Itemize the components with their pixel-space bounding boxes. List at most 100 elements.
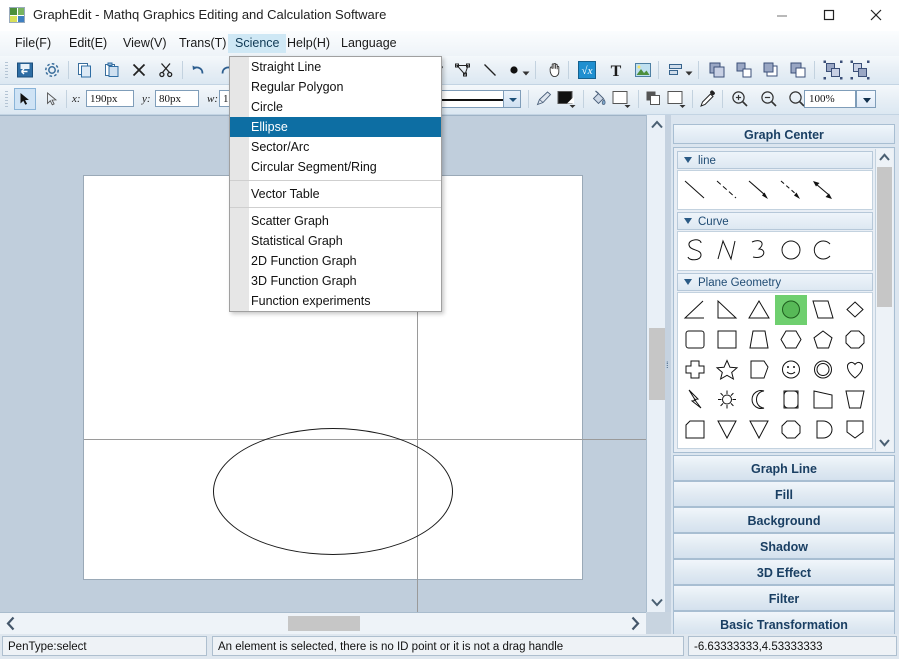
down-triangle-icon[interactable] — [711, 415, 743, 445]
hexagon-icon[interactable] — [775, 325, 807, 355]
menu-item-trans[interactable]: Trans(T) — [172, 34, 233, 53]
right-trapezoid-icon[interactable] — [807, 385, 839, 415]
accordion-3d-effect[interactable]: 3D Effect — [673, 559, 895, 585]
image-icon[interactable] — [632, 59, 654, 81]
chevron-down-icon[interactable] — [647, 592, 667, 612]
graph-center-scrollbar[interactable] — [875, 149, 893, 451]
menu-option-2d-function-graph[interactable]: 2D Function Graph — [230, 251, 441, 271]
save-icon[interactable] — [14, 59, 36, 81]
canvas-hscroll-thumb[interactable] — [288, 616, 360, 631]
circle-curve-icon[interactable] — [775, 235, 807, 265]
chevron-up-icon[interactable] — [876, 149, 893, 166]
ring-icon[interactable] — [807, 355, 839, 385]
distribute-icon[interactable] — [849, 59, 871, 81]
polygon-node-icon[interactable] — [452, 59, 474, 81]
graph-center-scroll-thumb[interactable] — [877, 167, 892, 307]
arrow-select-icon[interactable] — [14, 88, 36, 110]
pentagon-right-icon[interactable] — [743, 355, 775, 385]
chevron-left-icon[interactable] — [0, 613, 22, 634]
group-header-line[interactable]: line — [677, 151, 873, 169]
eyedropper-icon[interactable] — [697, 88, 719, 110]
maximize-button[interactable] — [805, 0, 852, 30]
chevron-right-icon[interactable] — [624, 613, 646, 634]
menu-option-circular-segment-ring[interactable]: Circular Segment/Ring — [230, 157, 441, 177]
line-style-preview[interactable] — [430, 90, 510, 108]
lightning-icon[interactable] — [679, 385, 711, 415]
fill-bucket-icon[interactable] — [588, 88, 610, 110]
bring-front-icon[interactable] — [760, 59, 782, 81]
line-style-dropdown[interactable] — [503, 90, 521, 108]
menu-item-file[interactable]: File(F) — [8, 34, 58, 53]
square-icon[interactable] — [711, 325, 743, 355]
smiley-icon[interactable] — [775, 355, 807, 385]
down-triangle2-icon[interactable] — [743, 415, 775, 445]
open-circle-curve-icon[interactable] — [807, 235, 839, 265]
circle-icon[interactable] — [775, 295, 807, 325]
canvas-vertical-scrollbar[interactable] — [646, 115, 666, 612]
canvas-vscroll-thumb[interactable] — [649, 328, 665, 400]
accordion-graph-line[interactable]: Graph Line — [673, 455, 895, 481]
toolbar-grip-2[interactable] — [5, 91, 8, 107]
chevron-down-icon[interactable] — [876, 434, 893, 451]
parallelogram-icon[interactable] — [807, 295, 839, 325]
pentagon-icon[interactable] — [807, 325, 839, 355]
minimize-button[interactable] — [758, 0, 805, 30]
group-icon[interactable] — [706, 59, 728, 81]
pen-style-icon[interactable] — [533, 88, 555, 110]
menu-option-circle[interactable]: Circle — [230, 97, 441, 117]
angle-icon[interactable] — [679, 295, 711, 325]
moon-icon[interactable] — [743, 385, 775, 415]
cross-icon[interactable] — [679, 355, 711, 385]
menu-option-straight-line[interactable]: Straight Line — [230, 57, 441, 77]
chevron-up-icon[interactable] — [647, 115, 667, 135]
accordion-background[interactable]: Background — [673, 507, 895, 533]
menu-option-sector-arc[interactable]: Sector/Arc — [230, 137, 441, 157]
menu-option-ellipse[interactable]: Ellipse — [230, 117, 441, 137]
paste-icon[interactable] — [101, 59, 123, 81]
accordion-shadow[interactable]: Shadow — [673, 533, 895, 559]
star-icon[interactable] — [711, 355, 743, 385]
hand-pan-icon[interactable] — [544, 59, 566, 81]
y-input[interactable]: 80px — [155, 90, 199, 107]
send-back-icon[interactable] — [787, 59, 809, 81]
ungroup-icon[interactable] — [733, 59, 755, 81]
menu-option-vector-table[interactable]: Vector Table — [230, 184, 441, 204]
copy-icon[interactable] — [74, 59, 96, 81]
arrow-end-icon[interactable] — [743, 175, 775, 205]
shield-icon[interactable] — [839, 415, 871, 445]
sun-icon[interactable] — [711, 385, 743, 415]
text-icon[interactable]: T — [605, 59, 627, 81]
line-dashed-icon[interactable] — [711, 175, 743, 205]
fill-color-icon[interactable] — [610, 88, 634, 110]
triangle-icon[interactable] — [743, 295, 775, 325]
settings-gear-icon[interactable] — [41, 59, 63, 81]
heart-icon[interactable] — [839, 355, 871, 385]
x-input[interactable]: 190px — [86, 90, 134, 107]
point-dropdown-arrow-icon[interactable] — [520, 59, 531, 81]
menu-item-help[interactable]: Help(H) — [280, 34, 337, 53]
science-dropdown-menu[interactable]: Straight Line Regular Polygon Circle Ell… — [229, 56, 442, 312]
corner-square-icon[interactable] — [679, 415, 711, 445]
zoom-in-icon[interactable] — [729, 88, 751, 110]
s-curve-icon[interactable] — [679, 235, 711, 265]
menu-option-scatter-graph[interactable]: Scatter Graph — [230, 211, 441, 231]
undo-icon[interactable] — [188, 59, 210, 81]
canvas-horizontal-scrollbar[interactable] — [0, 612, 646, 634]
half-circle-icon[interactable] — [807, 415, 839, 445]
diamond-icon[interactable] — [839, 295, 871, 325]
arrow-dashed-end-icon[interactable] — [775, 175, 807, 205]
zigzag-curve-icon[interactable] — [711, 235, 743, 265]
line-color-icon[interactable] — [555, 88, 579, 110]
arrow-both-icon[interactable] — [807, 175, 839, 205]
close-button[interactable] — [852, 0, 899, 30]
accordion-filter[interactable]: Filter — [673, 585, 895, 611]
align-objects-icon[interactable] — [822, 59, 844, 81]
inverted-trapezoid-icon[interactable] — [839, 385, 871, 415]
menu-item-view[interactable]: View(V) — [116, 34, 174, 53]
trapezoid-icon[interactable] — [743, 325, 775, 355]
toolbar-grip[interactable] — [5, 62, 8, 78]
menu-option-function-experiments[interactable]: Function experiments — [230, 291, 441, 311]
menu-item-science[interactable]: Science — [228, 34, 287, 53]
line-icon[interactable] — [479, 59, 501, 81]
ellipse-shape[interactable] — [213, 428, 453, 555]
